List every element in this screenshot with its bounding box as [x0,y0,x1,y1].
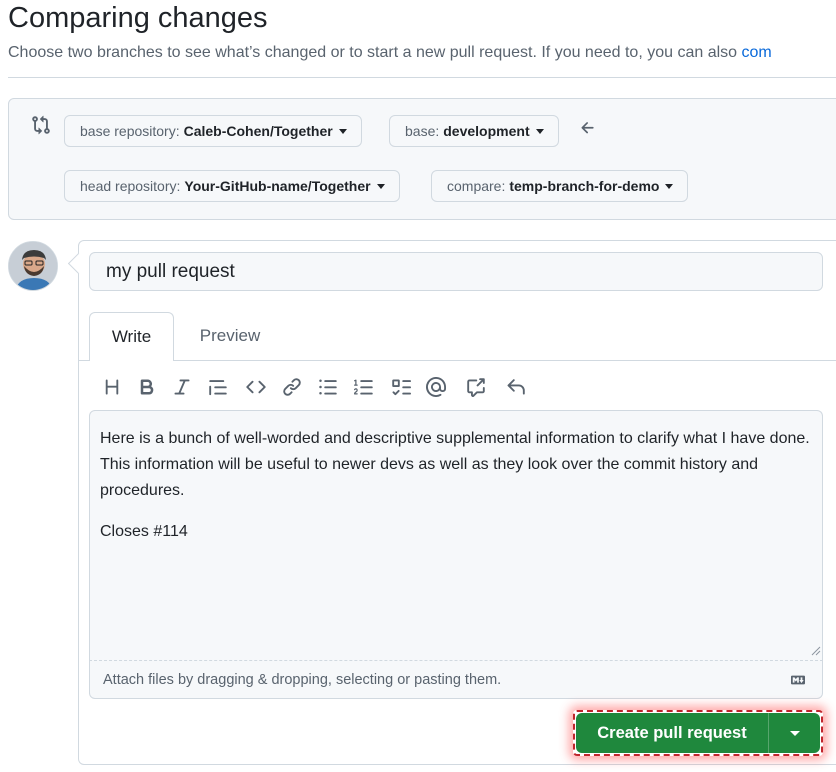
pr-title-input[interactable]: my pull request [89,252,823,291]
subtitle-text: Choose two branches to see what’s change… [8,44,742,61]
mention-icon[interactable] [425,376,447,398]
tab-divider [79,360,836,361]
create-pr-options-button[interactable] [769,713,820,753]
compare-branch-label: compare: [447,178,506,194]
cross-reference-icon[interactable] [465,376,487,398]
task-list-icon[interactable] [390,376,412,398]
caret-down-icon [535,129,544,134]
code-icon[interactable] [245,376,267,398]
resize-handle-icon[interactable] [811,646,821,656]
tab-write[interactable]: Write [89,312,174,361]
base-branch-select[interactable]: base: development [389,115,559,147]
link-icon[interactable] [281,376,303,398]
tab-preview[interactable]: Preview [189,312,271,360]
create-pull-request-button[interactable]: Create pull request [576,713,769,753]
pr-body-textarea[interactable]: Here is a bunch of well-worded and descr… [89,410,823,660]
caret-down-icon [665,184,674,189]
italic-icon[interactable] [171,376,193,398]
page-title: Comparing changes [8,2,268,34]
range-editor: base repository: Caleb-Cohen/Together ba… [8,98,836,220]
base-repository-value: Caleb-Cohen/Together [183,123,333,139]
caret-down-icon [376,184,385,189]
title-divider [8,77,836,78]
undo-icon[interactable] [505,376,527,398]
arrow-left-icon [581,122,594,134]
unordered-list-icon[interactable] [317,376,339,398]
page-subtitle: Choose two branches to see what’s change… [8,44,836,62]
avatar[interactable] [8,241,58,291]
markdown-icon[interactable] [788,673,808,687]
base-repository-select[interactable]: base repository: Caleb-Cohen/Together [64,115,362,147]
body-paragraph: Here is a bunch of well-worded and descr… [100,430,810,499]
compare-branch-select[interactable]: compare: temp-branch-for-demo [431,170,689,202]
heading-icon[interactable] [101,376,123,398]
ordered-list-icon[interactable] [353,376,375,398]
head-repository-value: Your-GitHub-name/Together [184,178,371,194]
base-branch-label: base: [405,123,440,139]
compare-branch-value: temp-branch-for-demo [509,178,660,194]
compare-across-forks-link[interactable]: com [741,44,771,61]
quote-icon[interactable] [207,376,229,398]
caret-down-icon [789,730,800,736]
avatar-image [9,242,57,290]
bold-icon[interactable] [136,376,158,398]
head-repository-select[interactable]: head repository: Your-GitHub-name/Togeth… [64,170,400,202]
git-compare-icon [32,115,50,135]
head-repository-label: head repository: [80,178,181,194]
base-branch-value: development [443,123,530,139]
attach-files-text: Attach files by dragging & dropping, sel… [103,671,502,688]
caret-down-icon [338,129,347,134]
attach-files-bar[interactable]: Attach files by dragging & dropping, sel… [89,660,823,699]
body-paragraph: Closes #114 [100,523,188,540]
base-repository-label: base repository: [80,123,180,139]
